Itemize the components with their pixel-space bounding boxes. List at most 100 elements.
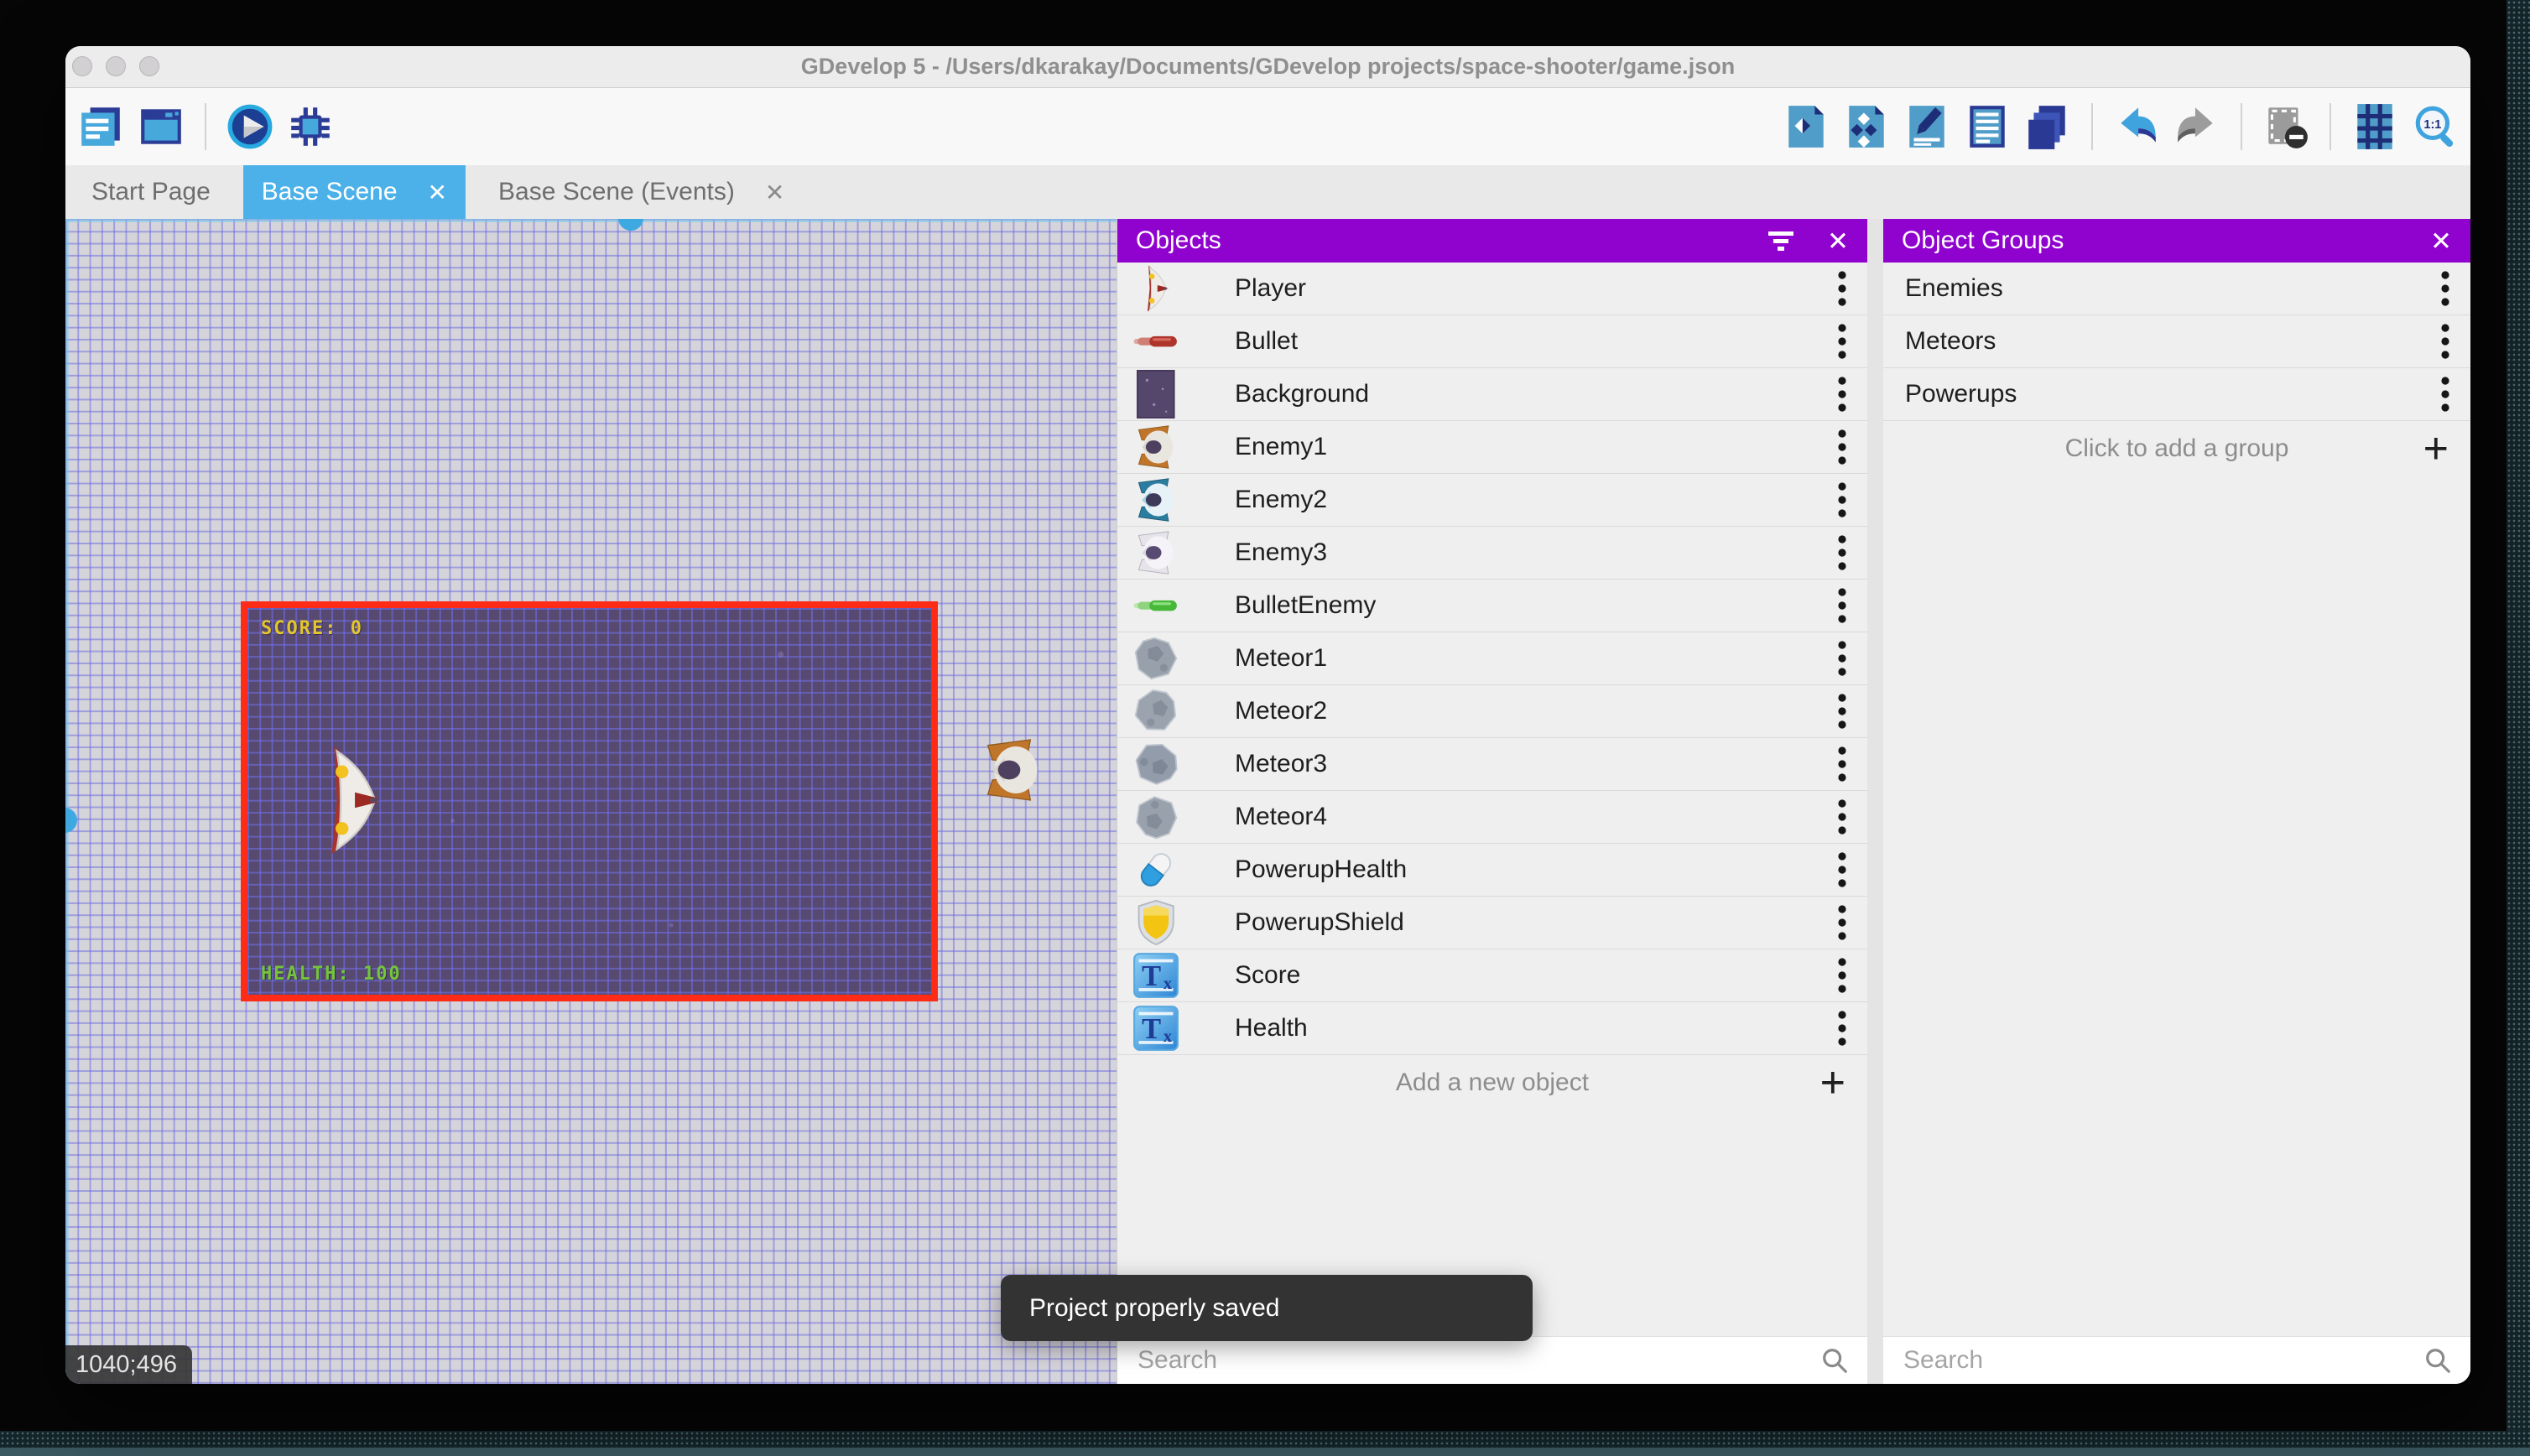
kebab-menu-icon[interactable] [1837, 481, 1847, 518]
text-object-icon: Tx [1132, 1004, 1179, 1053]
plus-icon[interactable]: + [1820, 1061, 1845, 1105]
close-tab-icon[interactable]: ✕ [765, 179, 784, 206]
groups-search-row [1883, 1336, 2470, 1384]
object-row[interactable]: Tx Score [1117, 949, 1867, 1002]
group-row[interactable]: Meteors [1883, 315, 2470, 368]
kebab-menu-icon[interactable] [1837, 640, 1847, 677]
objects-search-row [1117, 1336, 1867, 1384]
add-group-row[interactable]: Click to add a group + [1883, 421, 2470, 476]
close-icon[interactable]: ✕ [2430, 228, 2452, 254]
object-row[interactable]: Tx Health [1117, 1002, 1867, 1055]
text-object-icon: Tx [1132, 951, 1179, 1000]
object-row[interactable]: Meteor4 [1117, 791, 1867, 844]
object-row[interactable]: Enemy3 [1117, 527, 1867, 580]
kebab-menu-icon[interactable] [1837, 1010, 1847, 1047]
kebab-menu-icon[interactable] [1837, 270, 1847, 307]
kebab-menu-icon[interactable] [2440, 376, 2450, 413]
object-row[interactable]: Meteor1 [1117, 632, 1867, 685]
object-row[interactable]: Player [1117, 263, 1867, 315]
scene-properties-icon[interactable] [134, 100, 188, 153]
editor-tab[interactable]: Base Scene ✕ [243, 165, 466, 219]
zoom-1-1-icon[interactable]: 1:1 [2408, 100, 2462, 153]
kebab-menu-icon[interactable] [1837, 957, 1847, 994]
meteor3-icon [1132, 740, 1179, 788]
close-window-button[interactable] [72, 56, 92, 76]
vertical-scroll-thumb[interactable] [65, 808, 77, 833]
object-label: Background [1235, 380, 1369, 408]
editor-tab[interactable]: Start Page [73, 165, 229, 219]
player-ship-instance[interactable] [316, 742, 388, 858]
kebab-menu-icon[interactable] [1837, 376, 1847, 413]
kebab-menu-icon[interactable] [1837, 851, 1847, 888]
group-row[interactable]: Enemies [1883, 263, 2470, 315]
close-icon[interactable]: ✕ [1827, 228, 1849, 254]
kebab-menu-icon[interactable] [1837, 904, 1847, 941]
scene-canvas[interactable]: SCORE: 0 HEALTH: 100 1040;496 [65, 219, 1117, 1384]
object-row[interactable]: PowerupShield [1117, 897, 1867, 949]
group-row[interactable]: Powerups [1883, 368, 2470, 421]
enemy1-ship-icon [1132, 423, 1179, 471]
window-mask-icon[interactable] [2259, 100, 2313, 153]
play-icon[interactable] [223, 100, 277, 153]
object-row[interactable]: BulletEnemy [1117, 580, 1867, 632]
kebab-menu-icon[interactable] [1837, 746, 1847, 783]
redo-icon[interactable] [2170, 100, 2224, 153]
kebab-menu-icon[interactable] [1837, 587, 1847, 624]
object-row[interactable]: Meteor2 [1117, 685, 1867, 738]
object-row[interactable]: Background [1117, 368, 1867, 421]
search-icon[interactable] [1820, 1346, 1849, 1375]
toolbar-divider [2091, 103, 2093, 150]
kebab-menu-icon[interactable] [1837, 323, 1847, 360]
player-ship-icon [1132, 264, 1179, 313]
vertical-scroll-track[interactable] [65, 219, 69, 1384]
horizontal-scroll-thumb[interactable] [618, 219, 643, 231]
properties-panel-icon[interactable] [1900, 100, 1954, 153]
zoom-window-button[interactable] [139, 56, 159, 76]
panel-divider [1867, 219, 1883, 1384]
instances-list-icon[interactable] [1960, 100, 2014, 153]
filter-icon[interactable] [1767, 228, 1795, 254]
object-groups-panel-icon[interactable] [1840, 100, 1893, 153]
objects-header-icons: ✕ [1735, 228, 1849, 254]
objects-panel-icon[interactable] [1779, 100, 1833, 153]
object-row[interactable]: PowerupHealth [1117, 844, 1867, 897]
object-label: Enemy2 [1235, 486, 1327, 514]
plus-icon[interactable]: + [2423, 427, 2449, 471]
undo-icon[interactable] [2110, 100, 2163, 153]
object-row[interactable]: Enemy2 [1117, 474, 1867, 527]
object-groups-list: Enemies Meteors Powerups Click to add a … [1883, 263, 2470, 1336]
search-icon[interactable] [2423, 1346, 2452, 1375]
kebab-menu-icon[interactable] [1837, 798, 1847, 835]
bullet-icon [1132, 317, 1179, 366]
object-label: PowerupHealth [1235, 855, 1407, 884]
kebab-menu-icon[interactable] [1837, 693, 1847, 730]
kebab-menu-icon[interactable] [1837, 534, 1847, 571]
object-label: Enemy1 [1235, 433, 1327, 461]
kebab-menu-icon[interactable] [1837, 429, 1847, 465]
objects-search-input[interactable] [1117, 1346, 1820, 1375]
enemy1-ship-instance[interactable] [979, 731, 1046, 809]
object-row[interactable]: Enemy1 [1117, 421, 1867, 474]
object-row[interactable]: Bullet [1117, 315, 1867, 368]
object-label: Meteor1 [1235, 644, 1327, 673]
kebab-menu-icon[interactable] [2440, 270, 2450, 307]
close-tab-icon[interactable]: ✕ [428, 179, 447, 206]
kebab-menu-icon[interactable] [2440, 323, 2450, 360]
debug-icon[interactable] [284, 100, 337, 153]
editor-content: SCORE: 0 HEALTH: 100 1040;496 Objects ✕ … [65, 219, 2470, 1384]
powerup-shield-icon [1132, 898, 1179, 947]
object-row[interactable]: Meteor3 [1117, 738, 1867, 791]
project-manager-icon[interactable] [74, 100, 128, 153]
add-object-row[interactable]: Add a new object + [1117, 1055, 1867, 1110]
object-label: Meteor4 [1235, 803, 1327, 831]
layers-panel-icon[interactable] [2021, 100, 2074, 153]
editor-tab[interactable]: Base Scene (Events) ✕ [480, 165, 803, 219]
groups-search-input[interactable] [1883, 1346, 2423, 1375]
object-label: Health [1235, 1014, 1308, 1043]
horizontal-scroll-track[interactable] [65, 219, 1117, 222]
meteor2-icon [1132, 687, 1179, 736]
svg-text:x: x [1163, 1027, 1173, 1046]
svg-text:x: x [1163, 975, 1173, 993]
grid-icon[interactable] [2348, 100, 2402, 153]
minimize-window-button[interactable] [106, 56, 126, 76]
